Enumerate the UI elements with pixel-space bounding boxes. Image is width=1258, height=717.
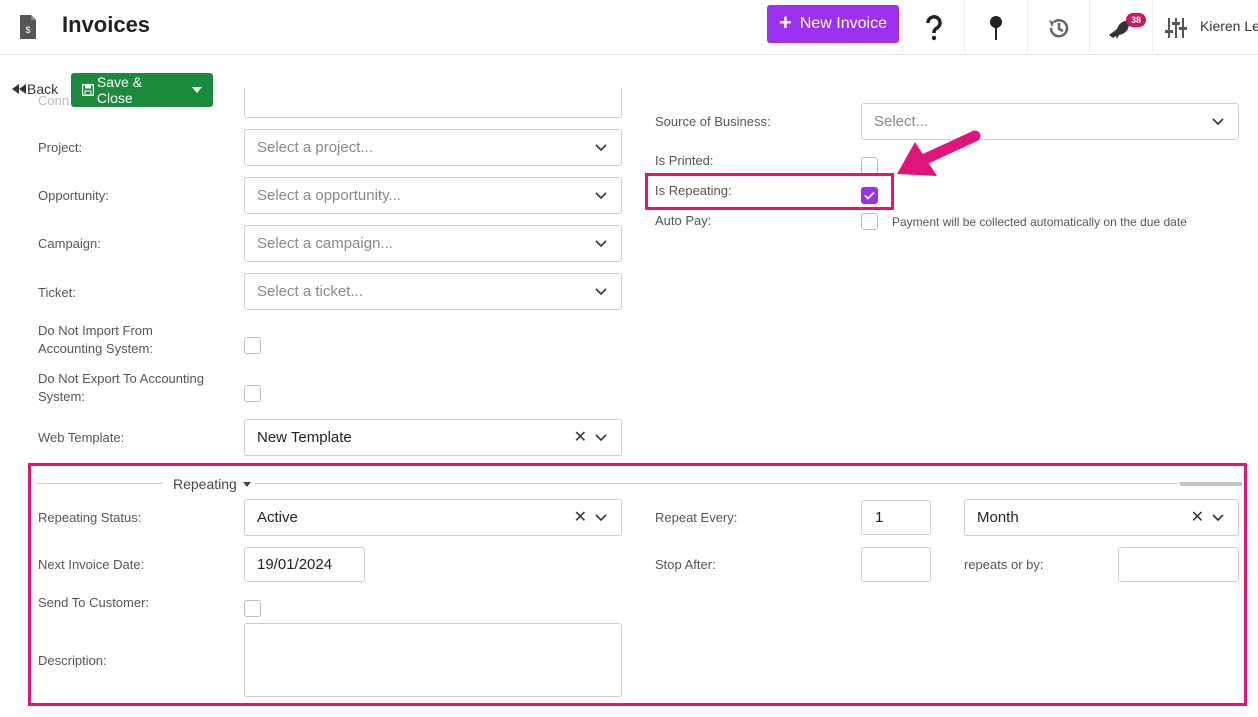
clear-icon[interactable]: ✕ — [574, 507, 587, 527]
campaign-select[interactable]: Select a campaign... — [244, 225, 622, 262]
repeating-section-title: Repeating — [173, 476, 237, 492]
send-to-customer-label: Send To Customer: — [38, 595, 150, 610]
chevron-down-icon — [1212, 513, 1224, 521]
project-label: Project: — [38, 140, 83, 155]
save-close-label: Save & Close — [96, 74, 143, 106]
back-button[interactable]: Back — [12, 81, 58, 97]
no-export-label: Do Not Export To Accounting System: — [38, 371, 204, 404]
no-export-checkbox[interactable] — [244, 385, 261, 402]
auto-pay-label: Auto Pay: — [655, 213, 712, 228]
history-button[interactable] — [1027, 0, 1089, 55]
new-invoice-label: New Invoice — [799, 15, 887, 32]
campaign-placeholder: Select a campaign... — [257, 235, 393, 252]
stop-after-input[interactable] — [861, 547, 931, 582]
invoice-file-icon: $ — [20, 15, 36, 39]
page-title: Invoices — [62, 12, 151, 37]
question-mark-icon — [925, 14, 942, 40]
chevron-down-icon — [595, 513, 607, 521]
project-select[interactable]: Select a project... — [244, 129, 622, 166]
caret-down-icon — [192, 87, 202, 93]
svg-text:$: $ — [25, 25, 30, 35]
sliders-icon — [1165, 17, 1187, 38]
project-placeholder: Select a project... — [257, 139, 373, 156]
repeat-every-label: Repeat Every: — [655, 510, 738, 525]
repeating-status-value: Active — [257, 509, 298, 526]
ticket-label: Ticket: — [38, 285, 76, 300]
top-bar: $ Invoices + New Invoice 38 Kieren Le — [0, 0, 1258, 55]
opportunity-label: Opportunity: — [38, 188, 109, 203]
clear-icon[interactable]: ✕ — [1191, 507, 1204, 527]
repeating-section-toggle[interactable]: Repeating — [173, 476, 251, 492]
repeating-status-label: Repeating Status: — [38, 510, 142, 525]
next-invoice-date-label: Next Invoice Date: — [38, 557, 145, 572]
ticket-select[interactable]: Select a ticket... — [244, 273, 622, 310]
save-options-dropdown[interactable] — [181, 87, 213, 93]
auto-pay-checkbox[interactable] — [861, 213, 878, 230]
pin-button[interactable] — [964, 0, 1026, 55]
save-close-button-group: Save & Close — [71, 73, 213, 107]
next-invoice-date-input[interactable]: 19/01/2024 — [244, 547, 365, 582]
repeat-every-value: 1 — [875, 509, 884, 526]
notification-badge: 38 — [1126, 13, 1147, 27]
stop-by-date-input[interactable] — [1118, 547, 1239, 582]
next-invoice-date-value: 19/01/2024 — [257, 556, 333, 573]
opportunity-select[interactable]: Select a opportunity... — [244, 177, 622, 214]
scrollbar-thumb[interactable] — [1180, 482, 1242, 486]
web-template-select[interactable]: New Template ✕ — [244, 419, 622, 456]
clear-icon[interactable]: ✕ — [574, 427, 587, 447]
is-printed-checkbox[interactable] — [861, 157, 878, 174]
repeats-or-by-label: repeats or by: — [964, 557, 1044, 572]
web-template-label: Web Template: — [38, 430, 125, 445]
chevron-down-icon — [595, 433, 607, 441]
user-name[interactable]: Kieren Le — [1200, 18, 1258, 34]
web-template-value: New Template — [257, 429, 352, 446]
history-icon — [1048, 18, 1068, 37]
chevron-down-icon — [1212, 117, 1224, 125]
description-label: Description: — [38, 653, 107, 668]
notifications-button[interactable]: 38 — [1089, 0, 1151, 55]
floppy-disk-icon — [82, 84, 94, 96]
save-close-button[interactable]: Save & Close — [71, 74, 181, 106]
no-import-checkbox[interactable] — [244, 337, 261, 354]
auto-pay-hint: Payment will be collected automatically … — [892, 215, 1187, 229]
ticket-placeholder: Select a ticket... — [257, 283, 363, 300]
repeat-unit-select[interactable]: Month ✕ — [964, 499, 1239, 536]
help-button[interactable] — [902, 0, 964, 55]
campaign-label: Campaign: — [38, 236, 101, 251]
new-invoice-button[interactable]: + New Invoice — [767, 5, 899, 43]
repeat-every-input[interactable]: 1 — [861, 500, 931, 535]
chevron-down-icon — [595, 239, 607, 247]
stop-after-label: Stop After: — [655, 557, 716, 572]
chevron-down-icon — [595, 143, 607, 151]
no-import-label: Do Not Import From Accounting System: — [38, 323, 153, 356]
chevron-down-icon — [595, 287, 607, 295]
repeating-status-select[interactable]: Active ✕ — [244, 499, 622, 536]
back-label: Back — [27, 81, 59, 97]
back-icon — [12, 84, 26, 94]
is-printed-label: Is Printed: — [655, 153, 714, 168]
caret-down-icon — [242, 481, 251, 487]
map-pin-icon — [989, 15, 1002, 40]
plus-icon: + — [778, 9, 792, 35]
chevron-down-icon — [595, 191, 607, 199]
repeat-unit-value: Month — [977, 509, 1019, 526]
send-to-customer-checkbox[interactable] — [244, 600, 261, 617]
opportunity-placeholder: Select a opportunity... — [257, 187, 401, 204]
section-divider — [255, 483, 1240, 484]
contact-field[interactable] — [244, 88, 622, 118]
description-textarea[interactable] — [244, 623, 622, 697]
settings-button[interactable] — [1152, 0, 1200, 55]
annotation-arrow-icon — [897, 130, 981, 176]
source-label: Source of Business: — [655, 114, 771, 129]
section-divider — [36, 483, 163, 484]
is-repeating-highlight — [645, 173, 894, 210]
